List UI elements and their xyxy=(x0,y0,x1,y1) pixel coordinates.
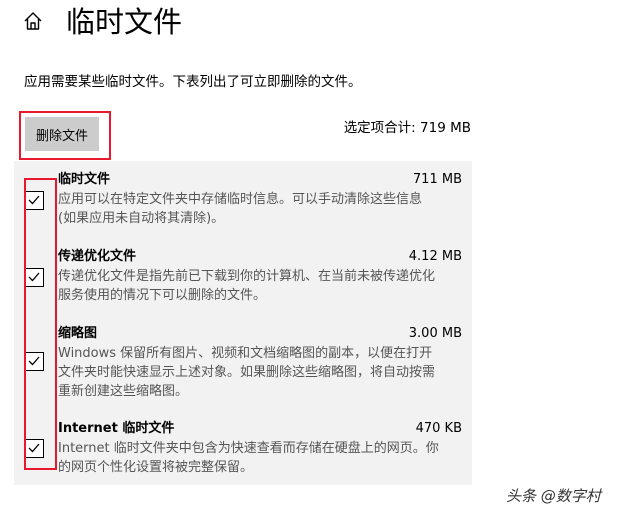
watermark: 头条 @数字村 xyxy=(506,487,601,505)
list-item-thumbnails: 缩略图 3.00 MB Windows 保留所有图片、视频和文档缩略图的副本，以… xyxy=(14,323,472,408)
item-size: 470 KB xyxy=(415,421,462,436)
item-size: 711 MB xyxy=(412,172,462,187)
item-description: Internet 临时文件夹中包含为快速查看而存储在硬盘上的网页。你 的网页个性… xyxy=(58,439,463,477)
checkmark-icon xyxy=(28,272,40,282)
checkbox-temp-files[interactable] xyxy=(25,191,44,210)
item-name: 传递优化文件 xyxy=(58,249,137,264)
temp-files-page: 临时文件 应用需要某些临时文件。下表列出了可立即删除的文件。 删除文件 选定项合… xyxy=(0,0,619,519)
item-description-line: 重新创建这些缩略图。 xyxy=(58,384,189,399)
item-name: Internet 临时文件 xyxy=(58,421,175,436)
checkmark-icon xyxy=(28,195,40,205)
item-description-line: 应用可以在特定文件夹中存储临时信息。可以手动清除这些信息 xyxy=(58,192,423,207)
checkbox-thumbnails[interactable] xyxy=(25,352,44,371)
checkbox-delivery-optimization[interactable] xyxy=(25,268,44,287)
item-description-line: 的网页个性化设置将被完整保留。 xyxy=(58,460,254,475)
list-item-delivery-optimization: 传递优化文件 4.12 MB 传递优化文件是指先前已下载到你的计算机、在当前未被… xyxy=(14,246,472,312)
item-description-line: (如果应用未自动将其清除)。 xyxy=(58,211,225,226)
checkbox-internet-temp-files[interactable] xyxy=(25,439,44,458)
checkmark-icon xyxy=(28,356,40,366)
item-size: 4.12 MB xyxy=(408,249,462,264)
item-description-line: Windows 保留所有图片、视频和文档缩略图的副本，以便在打开 xyxy=(58,346,433,361)
item-name: 缩略图 xyxy=(58,326,98,341)
item-description-line: 传递优化文件是指先前已下载到你的计算机、在当前未被传递优化 xyxy=(58,269,436,284)
home-icon[interactable] xyxy=(22,10,44,32)
total-selected-size: 选定项合计: 719 MB xyxy=(343,120,471,136)
list-item-internet-temp-files: Internet 临时文件 470 KB Internet 临时文件夹中包含为快… xyxy=(14,418,472,484)
item-description-line: Internet 临时文件夹中包含为快速查看而存储在硬盘上的网页。你 xyxy=(58,441,439,456)
item-size: 3.00 MB xyxy=(408,326,462,341)
item-name: 临时文件 xyxy=(58,172,111,187)
checkmark-icon xyxy=(28,443,40,453)
list-item-temp-files: 临时文件 711 MB 应用可以在特定文件夹中存储临时信息。可以手动清除这些信息… xyxy=(14,169,472,235)
temp-files-list: 临时文件 711 MB 应用可以在特定文件夹中存储临时信息。可以手动清除这些信息… xyxy=(14,161,472,485)
delete-files-button[interactable]: 删除文件 xyxy=(25,117,99,151)
item-description: 应用可以在特定文件夹中存储临时信息。可以手动清除这些信息 (如果应用未自动将其清… xyxy=(58,190,463,228)
page-title: 临时文件 xyxy=(66,5,183,39)
item-description-line: 服务使用的情况下可以删除的文件。 xyxy=(58,288,267,303)
item-description: 传递优化文件是指先前已下载到你的计算机、在当前未被传递优化 服务使用的情况下可以… xyxy=(58,267,463,305)
page-description: 应用需要某些临时文件。下表列出了可立即删除的文件。 xyxy=(24,74,362,90)
item-description-line: 文件夹时能快速显示上述对象。如果删除这些缩略图，将自动按需 xyxy=(58,365,436,380)
item-description: Windows 保留所有图片、视频和文档缩略图的副本，以便在打开 文件夹时能快速… xyxy=(58,344,463,401)
